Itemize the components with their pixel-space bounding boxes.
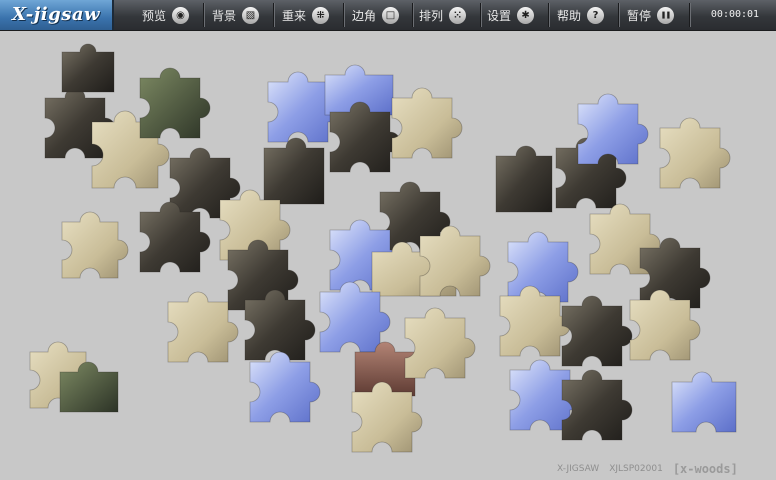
app-logo: X-jigsaw: [0, 0, 114, 30]
toolbar-divider: [203, 3, 205, 27]
help-button[interactable]: 帮助 ?: [557, 3, 605, 27]
restart-label: 重来: [282, 8, 307, 23]
elapsed-timer: 00:00:01: [710, 9, 760, 20]
puzzle-piece[interactable]: [507, 231, 579, 303]
puzzle-piece[interactable]: [139, 201, 211, 273]
puzzle-piece[interactable]: [659, 117, 731, 189]
puzzle-piece[interactable]: [167, 291, 239, 363]
pause-label: 暂停: [627, 8, 652, 23]
restart-button[interactable]: 重来 ⁜: [282, 3, 330, 27]
puzzle-board[interactable]: [0, 31, 776, 480]
toolbar-divider: [273, 3, 275, 27]
puzzle-piece[interactable]: [61, 211, 129, 279]
footer: X-JIGSAW XJLSP02001 [x-woods]: [557, 460, 738, 478]
puzzle-piece[interactable]: [244, 289, 316, 361]
puzzle-piece[interactable]: [61, 43, 115, 93]
background-icon: ▧: [242, 6, 260, 24]
background-button[interactable]: 背景 ▧: [212, 3, 260, 27]
product-code: XJLSP02001: [609, 464, 663, 474]
puzzle-piece[interactable]: [227, 239, 299, 311]
puzzle-piece[interactable]: [404, 307, 476, 379]
puzzle-piece[interactable]: [351, 381, 423, 453]
puzzle-piece[interactable]: [263, 137, 325, 205]
puzzle-piece[interactable]: [391, 87, 463, 159]
toolbar-divider: [412, 3, 414, 27]
puzzle-piece[interactable]: [495, 145, 553, 213]
arrange-label: 排列: [419, 8, 444, 23]
puzzle-piece[interactable]: [249, 351, 321, 423]
help-label: 帮助: [557, 8, 582, 23]
puzzle-piece[interactable]: [561, 369, 633, 441]
product-name: X-JIGSAW: [557, 464, 600, 474]
settings-button[interactable]: 设置 ✱: [487, 3, 535, 27]
puzzle-piece[interactable]: [319, 281, 391, 353]
puzzle-piece[interactable]: [139, 67, 211, 139]
puzzle-piece[interactable]: [577, 93, 649, 165]
toolbar: X-jigsaw 预览 ◉ 背景 ▧ 重来 ⁜ 边角 □ 排列 ⁙ 设置 ✱ 帮…: [0, 0, 776, 31]
restart-icon: ⁜: [312, 6, 330, 24]
edges-icon: □: [382, 6, 400, 24]
puzzle-piece[interactable]: [561, 295, 633, 367]
arrange-button[interactable]: 排列 ⁙: [419, 3, 467, 27]
pause-icon: ❚❚: [657, 6, 675, 24]
toolbar-divider: [618, 3, 620, 27]
toolbar-divider: [480, 3, 482, 27]
puzzle-piece[interactable]: [419, 225, 491, 297]
background-label: 背景: [212, 8, 237, 23]
puzzle-piece[interactable]: [499, 285, 571, 357]
puzzle-piece[interactable]: [671, 371, 737, 433]
toolbar-divider: [343, 3, 345, 27]
settings-icon: ✱: [517, 6, 535, 24]
edges-button[interactable]: 边角 □: [352, 3, 400, 27]
toolbar-divider: [548, 3, 550, 27]
pause-button[interactable]: 暂停 ❚❚: [627, 3, 675, 27]
arrange-icon: ⁙: [449, 6, 467, 24]
edges-label: 边角: [352, 8, 377, 23]
preview-label: 预览: [142, 8, 167, 23]
eye-icon: ◉: [172, 6, 190, 24]
help-icon: ?: [587, 6, 605, 24]
puzzle-piece[interactable]: [329, 101, 401, 173]
puzzle-piece[interactable]: [629, 289, 701, 361]
toolbar-divider: [689, 3, 691, 27]
preview-button[interactable]: 预览 ◉: [142, 3, 190, 27]
brand-mark: [x-woods]: [672, 462, 738, 476]
settings-label: 设置: [487, 8, 512, 23]
